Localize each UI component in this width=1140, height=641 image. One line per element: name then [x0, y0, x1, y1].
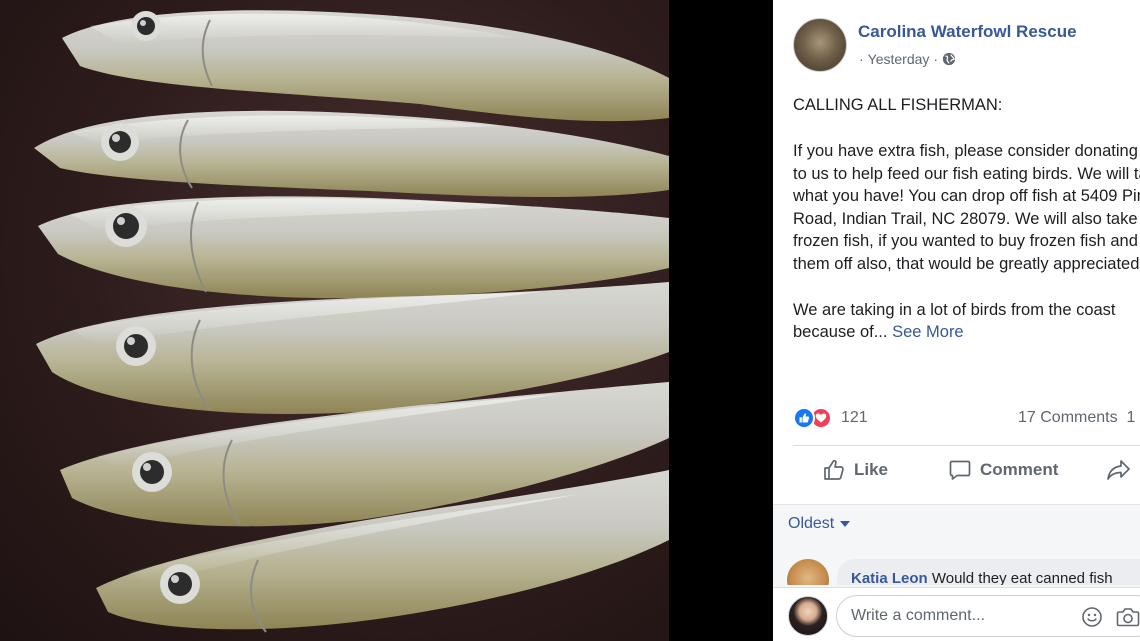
like-reaction-icon: [793, 407, 815, 429]
emoji-icon[interactable]: [1081, 606, 1103, 628]
post-line: CALLING ALL FISHERMAN:: [793, 96, 1003, 114]
post-line-text: because of...: [793, 323, 888, 341]
post-line: frozen fish, if you wanted to buy frozen…: [793, 232, 1140, 250]
fish: [38, 196, 669, 299]
see-more-link[interactable]: See More: [892, 323, 964, 341]
comments-count[interactable]: 17 Comments 1: [1018, 409, 1135, 427]
post-actions: Like Comment: [773, 446, 1140, 496]
photo-theater: Carolina Waterfowl Rescue · Yesterday · …: [0, 0, 1140, 641]
fish: [62, 10, 669, 122]
post-line: Road, Indian Trail, NC 28079. We will al…: [793, 209, 1138, 228]
comment-item: Katia Leon Would they eat canned fish: [787, 557, 1140, 585]
page-name-link[interactable]: Carolina Waterfowl Rescue: [858, 22, 1077, 42]
post-line: to us to help feed our fish eating birds…: [793, 164, 1140, 183]
fish-photo[interactable]: [0, 0, 669, 641]
photo-viewer[interactable]: [0, 0, 773, 641]
page-avatar[interactable]: [793, 18, 847, 72]
post-line: If you have extra fish, please consider …: [793, 142, 1138, 160]
meta-separator: ·: [859, 51, 864, 67]
post-line: because of... See More: [793, 321, 1140, 344]
like-label: Like: [854, 460, 889, 479]
comments-count-text: 17 Comments: [1018, 409, 1118, 426]
post-line: them off also, that would be greatly app…: [793, 254, 1140, 273]
comment-icon: [949, 460, 971, 480]
post-panel: Carolina Waterfowl Rescue · Yesterday · …: [773, 0, 1140, 641]
post-header: Carolina Waterfowl Rescue · Yesterday ·: [793, 18, 1140, 72]
shares-count: 1: [1126, 409, 1136, 426]
like-button[interactable]: Like: [822, 458, 888, 482]
comment-bubble: Katia Leon Would they eat canned fish: [837, 559, 1140, 585]
comment-button[interactable]: Comment: [948, 458, 1058, 482]
reactions-summary[interactable]: 121: [793, 406, 868, 430]
comment-label: Comment: [980, 460, 1059, 479]
comment-text: Would they eat canned fish: [931, 570, 1113, 585]
share-button[interactable]: [1106, 458, 1132, 482]
share-icon: [1107, 460, 1130, 480]
write-comment-row: [773, 587, 1140, 641]
globe-icon[interactable]: [942, 52, 956, 66]
comment-input-box[interactable]: [836, 595, 1140, 637]
post-line: We are taking in a lot of birds from the…: [793, 300, 1116, 319]
thumbs-up-icon: [824, 459, 844, 480]
comment-input[interactable]: [851, 605, 1051, 627]
reaction-count: 121: [841, 409, 868, 426]
post-text: CALLING ALL FISHERMAN: If you have extra…: [793, 94, 1140, 344]
camera-icon[interactable]: [1116, 606, 1140, 628]
comment-author[interactable]: Katia Leon: [851, 570, 928, 585]
caret-down-icon: [840, 521, 851, 527]
comments-section: Oldest Katia Leon Would they eat canned …: [773, 504, 1140, 641]
post-meta: · Yesterday ·: [859, 51, 956, 67]
post-timestamp[interactable]: Yesterday: [868, 51, 930, 67]
commenter-avatar[interactable]: [787, 559, 829, 585]
fish: [34, 110, 669, 197]
post-line: what you have! You can drop off fish at …: [793, 187, 1140, 205]
comment-sort-dropdown[interactable]: Oldest: [788, 515, 851, 533]
current-user-avatar: [788, 596, 828, 636]
meta-separator: ·: [933, 51, 939, 67]
comment-sort-label: Oldest: [788, 515, 835, 532]
